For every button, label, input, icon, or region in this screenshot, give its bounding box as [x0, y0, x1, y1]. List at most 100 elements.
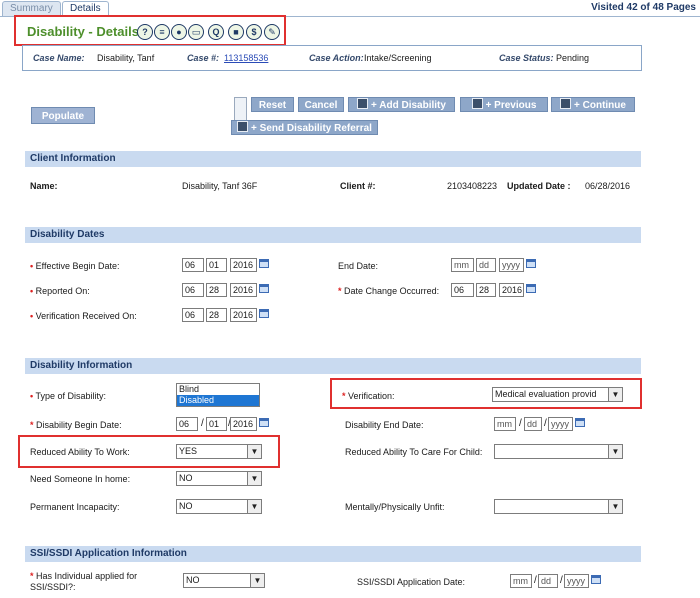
case-name-value: Disability, Tanf: [97, 53, 155, 63]
previous-button[interactable]: + Previous: [460, 97, 548, 112]
chevron-down-icon: ▼: [247, 500, 261, 513]
disability-end-dd[interactable]: dd: [524, 417, 542, 431]
disability-end-yyyy[interactable]: yyyy: [548, 417, 573, 431]
verification-select[interactable]: Medical evaluation provid ▼: [492, 387, 623, 402]
disability-end-mm[interactable]: mm: [494, 417, 516, 431]
continue-label: + Continue: [574, 100, 626, 111]
save-icon: [237, 121, 249, 132]
reduced-ability-care-child-label: Reduced Ability To Care For Child:: [345, 447, 483, 457]
permanent-incapacity-select[interactable]: NO ▼: [176, 499, 262, 514]
option-disabled[interactable]: Disabled: [177, 395, 259, 406]
disability-begin-yyyy[interactable]: 2016: [230, 417, 257, 431]
date-separator: /: [519, 418, 522, 429]
calendar-icon[interactable]: [259, 259, 269, 268]
calendar-icon[interactable]: [526, 284, 536, 293]
effective-begin-dd[interactable]: 01: [206, 258, 227, 272]
mentally-physically-unfit-label: Mentally/Physically Unfit:: [345, 502, 445, 512]
chevron-down-icon: ▼: [250, 574, 264, 587]
type-of-disability-listbox[interactable]: Blind Disabled: [176, 383, 260, 407]
date-separator: /: [560, 575, 563, 586]
client-number-label: Client #:: [340, 181, 376, 191]
end-date-dd[interactable]: dd: [476, 258, 496, 272]
reported-on-yyyy[interactable]: 2016: [230, 283, 257, 297]
client-number-value: 2103408223: [447, 181, 498, 191]
reported-on-mm[interactable]: 06: [182, 283, 204, 297]
chevron-down-icon: ▼: [608, 445, 622, 458]
case-status-label: Case Status:: [499, 53, 554, 63]
verification-received-label: • Verification Received On:: [30, 311, 137, 321]
reported-on-dd[interactable]: 28: [206, 283, 227, 297]
add-disability-button[interactable]: + Add Disability: [348, 97, 455, 112]
need-someone-in-home-label: Need Someone In home:: [30, 474, 131, 484]
reduced-ability-to-work-select[interactable]: YES ▼: [176, 444, 262, 459]
has-applied-ssi-label: * Has Individual applied for SSI/SSDI?:: [30, 571, 138, 592]
client-name-label: Name:: [30, 181, 58, 191]
save-icon: [560, 98, 572, 109]
populate-button[interactable]: Populate: [31, 107, 95, 124]
ssi-date-yyyy[interactable]: yyyy: [564, 574, 589, 588]
previous-label: + Previous: [485, 100, 537, 111]
permanent-value: NO: [179, 501, 193, 511]
calendar-icon[interactable]: [259, 284, 269, 293]
reported-on-label: • Reported On:: [30, 286, 90, 296]
verification-label: * Verification:: [342, 391, 395, 401]
updated-date-label: Updated Date :: [507, 181, 571, 191]
disability-begin-dd[interactable]: 01: [206, 417, 227, 431]
ssi-date-mm[interactable]: mm: [510, 574, 532, 588]
case-action-label: Case Action:: [309, 53, 364, 63]
verification-received-dd[interactable]: 28: [206, 308, 227, 322]
need-someone-value: NO: [179, 473, 193, 483]
need-someone-in-home-select[interactable]: NO ▼: [176, 471, 262, 486]
case-number-label: Case #:: [187, 53, 220, 63]
type-of-disability-label: • Type of Disability:: [30, 391, 107, 401]
date-change-dd[interactable]: 28: [476, 283, 496, 297]
date-change-mm[interactable]: 06: [451, 283, 474, 297]
reset-button[interactable]: Reset: [251, 97, 294, 112]
calendar-icon[interactable]: [575, 418, 585, 427]
calendar-icon[interactable]: [259, 309, 269, 318]
chevron-down-icon: ▼: [608, 388, 622, 401]
case-status-value: Pending: [556, 53, 590, 63]
client-information-header: Client Information: [25, 151, 641, 167]
mentally-physically-unfit-select[interactable]: ▼: [494, 499, 623, 514]
disability-begin-date-label: * Disability Begin Date:: [30, 420, 122, 430]
disability-begin-mm[interactable]: 06: [176, 417, 198, 431]
disability-information-header: Disability Information: [25, 358, 641, 374]
continue-button[interactable]: + Continue: [551, 97, 635, 112]
end-date-yyyy[interactable]: yyyy: [499, 258, 524, 272]
effective-begin-yyyy[interactable]: 2016: [230, 258, 257, 272]
reduced-ability-care-child-select[interactable]: ▼: [494, 444, 623, 459]
chevron-down-icon: ▼: [608, 500, 622, 513]
cancel-button[interactable]: Cancel: [298, 97, 344, 112]
reduced-work-value: YES: [179, 446, 198, 456]
add-disability-label: + Add Disability: [371, 100, 446, 111]
date-separator: /: [534, 575, 537, 586]
case-number-link[interactable]: 113158536: [224, 53, 268, 63]
ssi-date-dd[interactable]: dd: [538, 574, 558, 588]
disability-dates-header: Disability Dates: [25, 227, 641, 243]
chevron-down-icon: ▼: [247, 472, 261, 485]
tab-summary[interactable]: Summary: [2, 1, 61, 16]
disability-end-date-label: Disability End Date:: [345, 420, 424, 430]
save-icon: [471, 98, 483, 109]
has-applied-ssi-select[interactable]: NO ▼: [183, 573, 265, 588]
verification-received-yyyy[interactable]: 2016: [230, 308, 257, 322]
highlight-title-box: [14, 15, 286, 46]
scroll-control[interactable]: [234, 97, 247, 121]
reduced-ability-to-work-label: Reduced Ability To Work:: [30, 447, 130, 457]
calendar-icon[interactable]: [591, 575, 601, 584]
chevron-down-icon: ▼: [247, 445, 261, 458]
date-change-occurred-label: * Date Change Occurred:: [338, 286, 440, 296]
calendar-icon[interactable]: [526, 259, 536, 268]
calendar-icon[interactable]: [259, 418, 269, 427]
permanent-incapacity-label: Permanent Incapacity:: [30, 502, 120, 512]
option-blind[interactable]: Blind: [177, 384, 259, 395]
send-disability-referral-button[interactable]: + Send Disability Referral: [231, 120, 378, 135]
case-action-value: Intake/Screening: [364, 53, 432, 63]
date-change-yyyy[interactable]: 2016: [499, 283, 524, 297]
ssi-ssdi-application-header: SSI/SSDI Application Information: [25, 546, 641, 562]
verification-received-mm[interactable]: 06: [182, 308, 204, 322]
effective-begin-mm[interactable]: 06: [182, 258, 204, 272]
date-separator: /: [201, 418, 204, 429]
end-date-mm[interactable]: mm: [451, 258, 474, 272]
